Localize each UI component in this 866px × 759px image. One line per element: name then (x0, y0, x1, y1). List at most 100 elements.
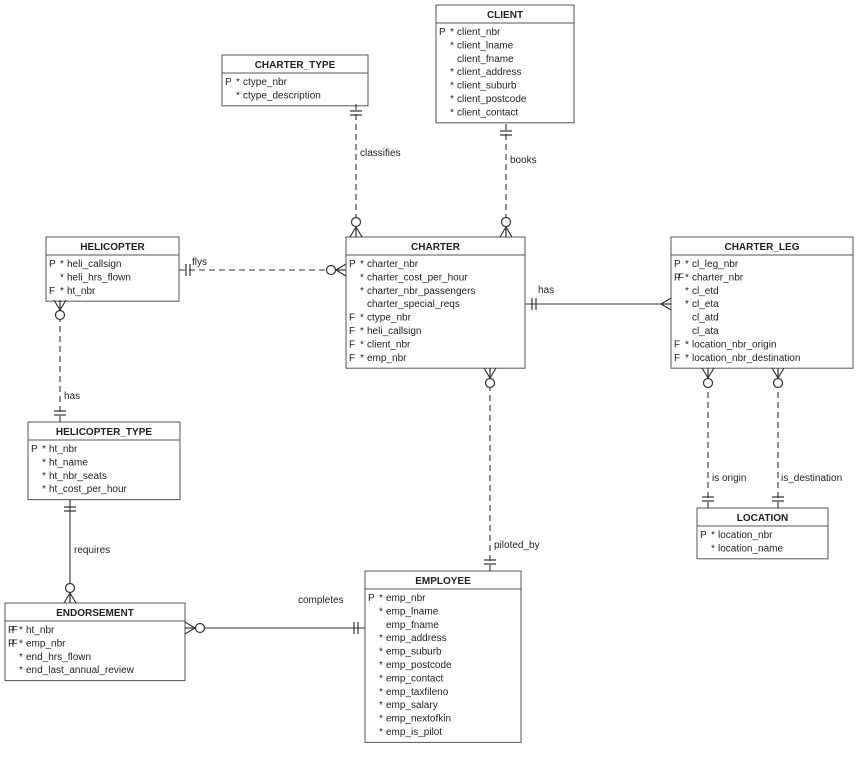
entity-title: CHARTER_TYPE (255, 60, 336, 71)
attribute-name: ht_nbr (26, 625, 55, 636)
required-marker: * (685, 259, 689, 270)
required-marker: * (685, 299, 689, 310)
relationship-completes: completes (184, 595, 365, 635)
required-marker: * (379, 673, 383, 684)
attribute-name: charter_special_reqs (367, 299, 460, 310)
relationship-label: completes (298, 595, 344, 606)
attribute-name: location_name (718, 543, 783, 554)
crows-foot (63, 592, 71, 604)
required-marker: * (360, 313, 364, 324)
required-marker: * (60, 286, 64, 297)
entity-title: CHARTER_LEG (724, 242, 799, 253)
entity-endorsement: ENDORSEMENTPF * ht_nbrPF * emp_nbr* end_hrs_f… (4, 602, 186, 682)
relationship-is-origin: is origin (701, 367, 746, 508)
optional-circle (772, 377, 784, 389)
attribute-name: client_nbr (367, 339, 411, 350)
relationship-books: books (499, 124, 537, 238)
relationship-label: requires (74, 545, 110, 556)
required-marker: * (711, 530, 715, 541)
attribute-name: client_lname (457, 40, 514, 51)
required-marker: * (360, 339, 364, 350)
required-marker: * (360, 286, 364, 297)
entity-charter-leg: CHARTER_LEGP * cl_leg_nbrPF * charter_nbr* cl… (670, 236, 854, 369)
attribute-name: emp_lname (386, 606, 439, 617)
relationship-label: is origin (712, 473, 746, 484)
attribute-name: cl_etd (692, 286, 719, 297)
entity-title: HELICOPTER_TYPE (56, 427, 152, 438)
attribute-name: heli_callsign (367, 326, 421, 337)
attribute-name: cl_eta (692, 299, 719, 310)
optional-circle (350, 216, 362, 228)
relationship-classifies: classifies (349, 104, 401, 238)
key-indicator: F (349, 353, 355, 364)
optional-circle (325, 264, 337, 276)
attribute-name: emp_nbr (26, 638, 66, 649)
relationship-label: flys (192, 257, 207, 268)
attribute-name: emp_nbr (367, 353, 407, 364)
relationship-label: piloted_by (494, 540, 540, 551)
entity-charter-type: CHARTER_TYPE P * ctype_nbr* ctype_descriptio… (221, 54, 369, 107)
entity-title: LOCATION (737, 513, 788, 524)
crows-foot (660, 297, 672, 305)
relationship-is-destination: is_destination (771, 367, 842, 508)
crows-foot (505, 226, 513, 238)
attribute-name: cl_atd (692, 313, 719, 324)
crows-foot (483, 367, 491, 379)
key-indicator: F (349, 326, 355, 337)
required-marker: * (60, 272, 64, 283)
attribute-name: heli_hrs_flown (67, 272, 131, 283)
optional-circle (194, 622, 206, 634)
entity-client: CLIENTP * client_nbr* client_lnameclient_fn… (435, 4, 575, 124)
attribute-name: client_postcode (457, 94, 527, 105)
relationship-label: is_destination (781, 473, 842, 484)
crows-foot (489, 367, 497, 379)
crows-foot (660, 303, 672, 311)
crows-foot (335, 269, 347, 277)
entity-title: ENDORSEMENT (56, 608, 134, 619)
required-marker: * (19, 625, 23, 636)
key-indicator: P (439, 27, 446, 38)
attribute-name: client_suburb (457, 81, 517, 92)
attribute-name: ht_nbr (49, 444, 78, 455)
required-marker: * (379, 714, 383, 725)
required-marker: * (19, 665, 23, 676)
attribute-name: ctype_nbr (367, 313, 412, 324)
required-marker: * (360, 259, 364, 270)
required-marker: * (42, 471, 46, 482)
er-diagram: CLIENTP * client_nbr* client_lnameclient_fn… (4, 4, 854, 743)
attribute-name: ht_cost_per_hour (49, 484, 128, 495)
relationship-label: has (538, 285, 554, 296)
entity-title: CLIENT (487, 10, 523, 21)
attribute-name: emp_taxfileno (386, 687, 449, 698)
key-indicator: P (674, 259, 681, 270)
attribute-name: heli_callsign (67, 259, 121, 270)
attribute-name: cl_leg_nbr (692, 259, 739, 270)
required-marker: * (379, 687, 383, 698)
key-indicator: F (349, 339, 355, 350)
attribute-name: emp_address (386, 633, 447, 644)
required-marker: * (450, 81, 454, 92)
attribute-name: charter_cost_per_hour (367, 272, 468, 283)
required-marker: * (379, 633, 383, 644)
required-marker: * (685, 286, 689, 297)
entity-charter: CHARTERP * charter_nbr* charter_cost_per_ho… (345, 236, 526, 369)
key-indicator: P (349, 259, 356, 270)
entity-title: EMPLOYEE (415, 576, 471, 587)
required-marker: * (450, 40, 454, 51)
crows-foot (701, 367, 709, 379)
attribute-name: location_nbr_destination (692, 353, 800, 364)
attribute-name: charter_nbr_passengers (367, 286, 475, 297)
optional-circle (500, 216, 512, 228)
relationship-label: books (510, 155, 537, 166)
crows-foot (499, 226, 507, 238)
required-marker: * (379, 606, 383, 617)
attribute-name: emp_salary (386, 700, 438, 711)
attribute-name: emp_nbr (386, 593, 426, 604)
relationship-flys: flys (179, 257, 347, 277)
optional-circle (64, 582, 76, 594)
required-marker: * (236, 90, 240, 101)
entity-location: LOCATION P * location_nbr* location_name (696, 507, 829, 560)
required-marker: * (360, 353, 364, 364)
optional-circle (54, 309, 66, 321)
relationship-requires: requires (63, 500, 110, 604)
